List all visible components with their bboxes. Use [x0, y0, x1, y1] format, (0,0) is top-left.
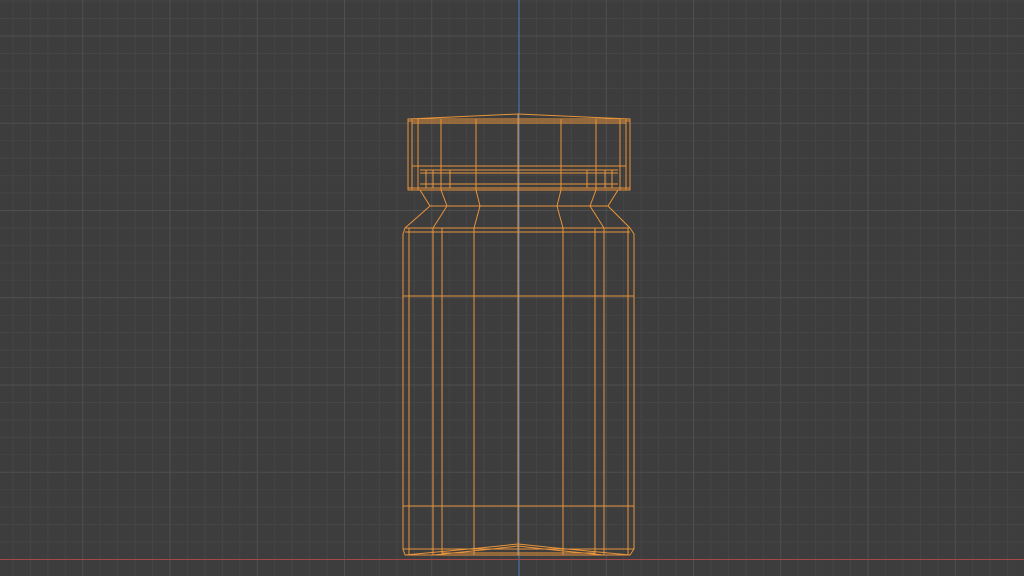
3d-viewport[interactable] — [0, 0, 1024, 576]
viewport-canvas[interactable] — [0, 0, 1024, 576]
